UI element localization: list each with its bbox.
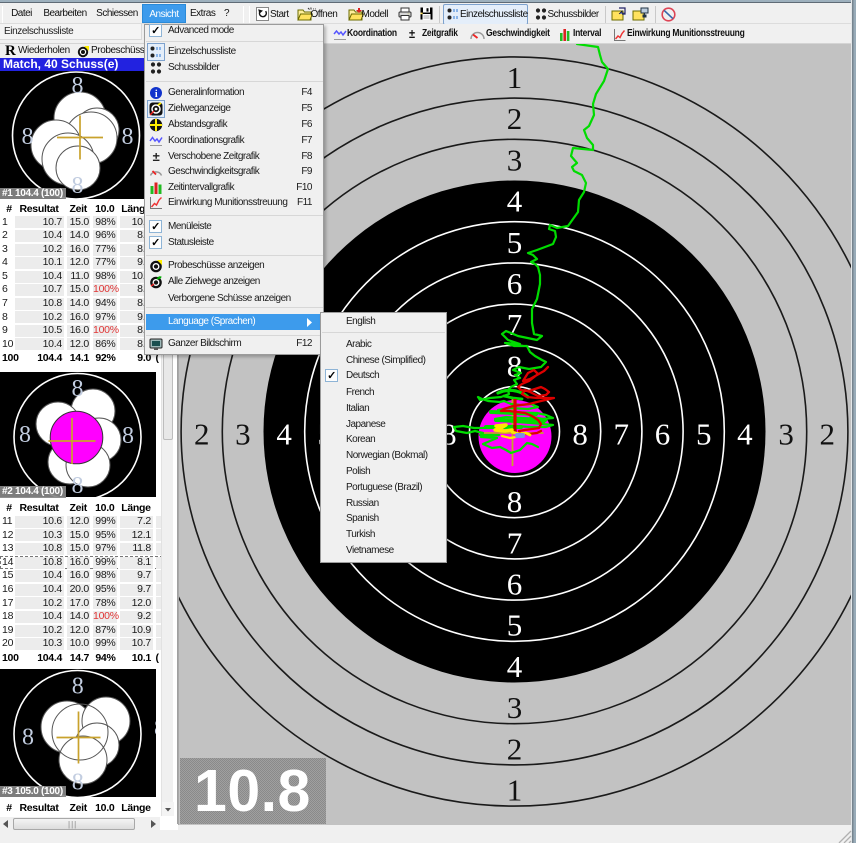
svg-text:4: 4 (276, 417, 292, 452)
svg-text:8: 8 (72, 173, 84, 199)
svg-text:8: 8 (572, 417, 588, 452)
svg-text:5: 5 (696, 417, 712, 452)
svg-text:8: 8 (22, 725, 34, 751)
svg-text:2: 2 (507, 731, 523, 766)
svg-text:2: 2 (820, 417, 836, 452)
svg-text:7: 7 (507, 525, 523, 560)
svg-text:3: 3 (778, 417, 794, 452)
svg-text:1: 1 (507, 60, 523, 95)
svg-text:8: 8 (72, 73, 84, 99)
svg-text:4: 4 (737, 417, 753, 452)
svg-text:8: 8 (72, 770, 84, 796)
svg-text:6: 6 (655, 417, 671, 452)
svg-text:3: 3 (507, 690, 523, 725)
svg-text:3: 3 (235, 417, 251, 452)
svg-text:8: 8 (72, 473, 84, 497)
svg-text:8: 8 (154, 716, 156, 742)
svg-text:3: 3 (507, 142, 523, 177)
svg-text:7: 7 (614, 417, 630, 452)
svg-text:2: 2 (507, 101, 523, 136)
svg-text:8: 8 (22, 124, 34, 150)
svg-text:8: 8 (122, 423, 134, 449)
svg-text:2: 2 (194, 417, 210, 452)
svg-text:5: 5 (507, 225, 523, 260)
svg-text:1: 1 (507, 773, 523, 808)
svg-text:6: 6 (507, 567, 523, 602)
svg-text:±: ± (153, 150, 160, 164)
svg-text:8: 8 (19, 422, 31, 448)
svg-text:4: 4 (507, 184, 523, 219)
svg-text:4: 4 (507, 649, 523, 684)
svg-text:8: 8 (72, 674, 84, 700)
svg-text:5: 5 (507, 608, 523, 643)
svg-text:8: 8 (507, 484, 523, 519)
svg-text:6: 6 (507, 266, 523, 301)
svg-text:8: 8 (72, 376, 84, 402)
svg-text:8: 8 (122, 124, 134, 150)
